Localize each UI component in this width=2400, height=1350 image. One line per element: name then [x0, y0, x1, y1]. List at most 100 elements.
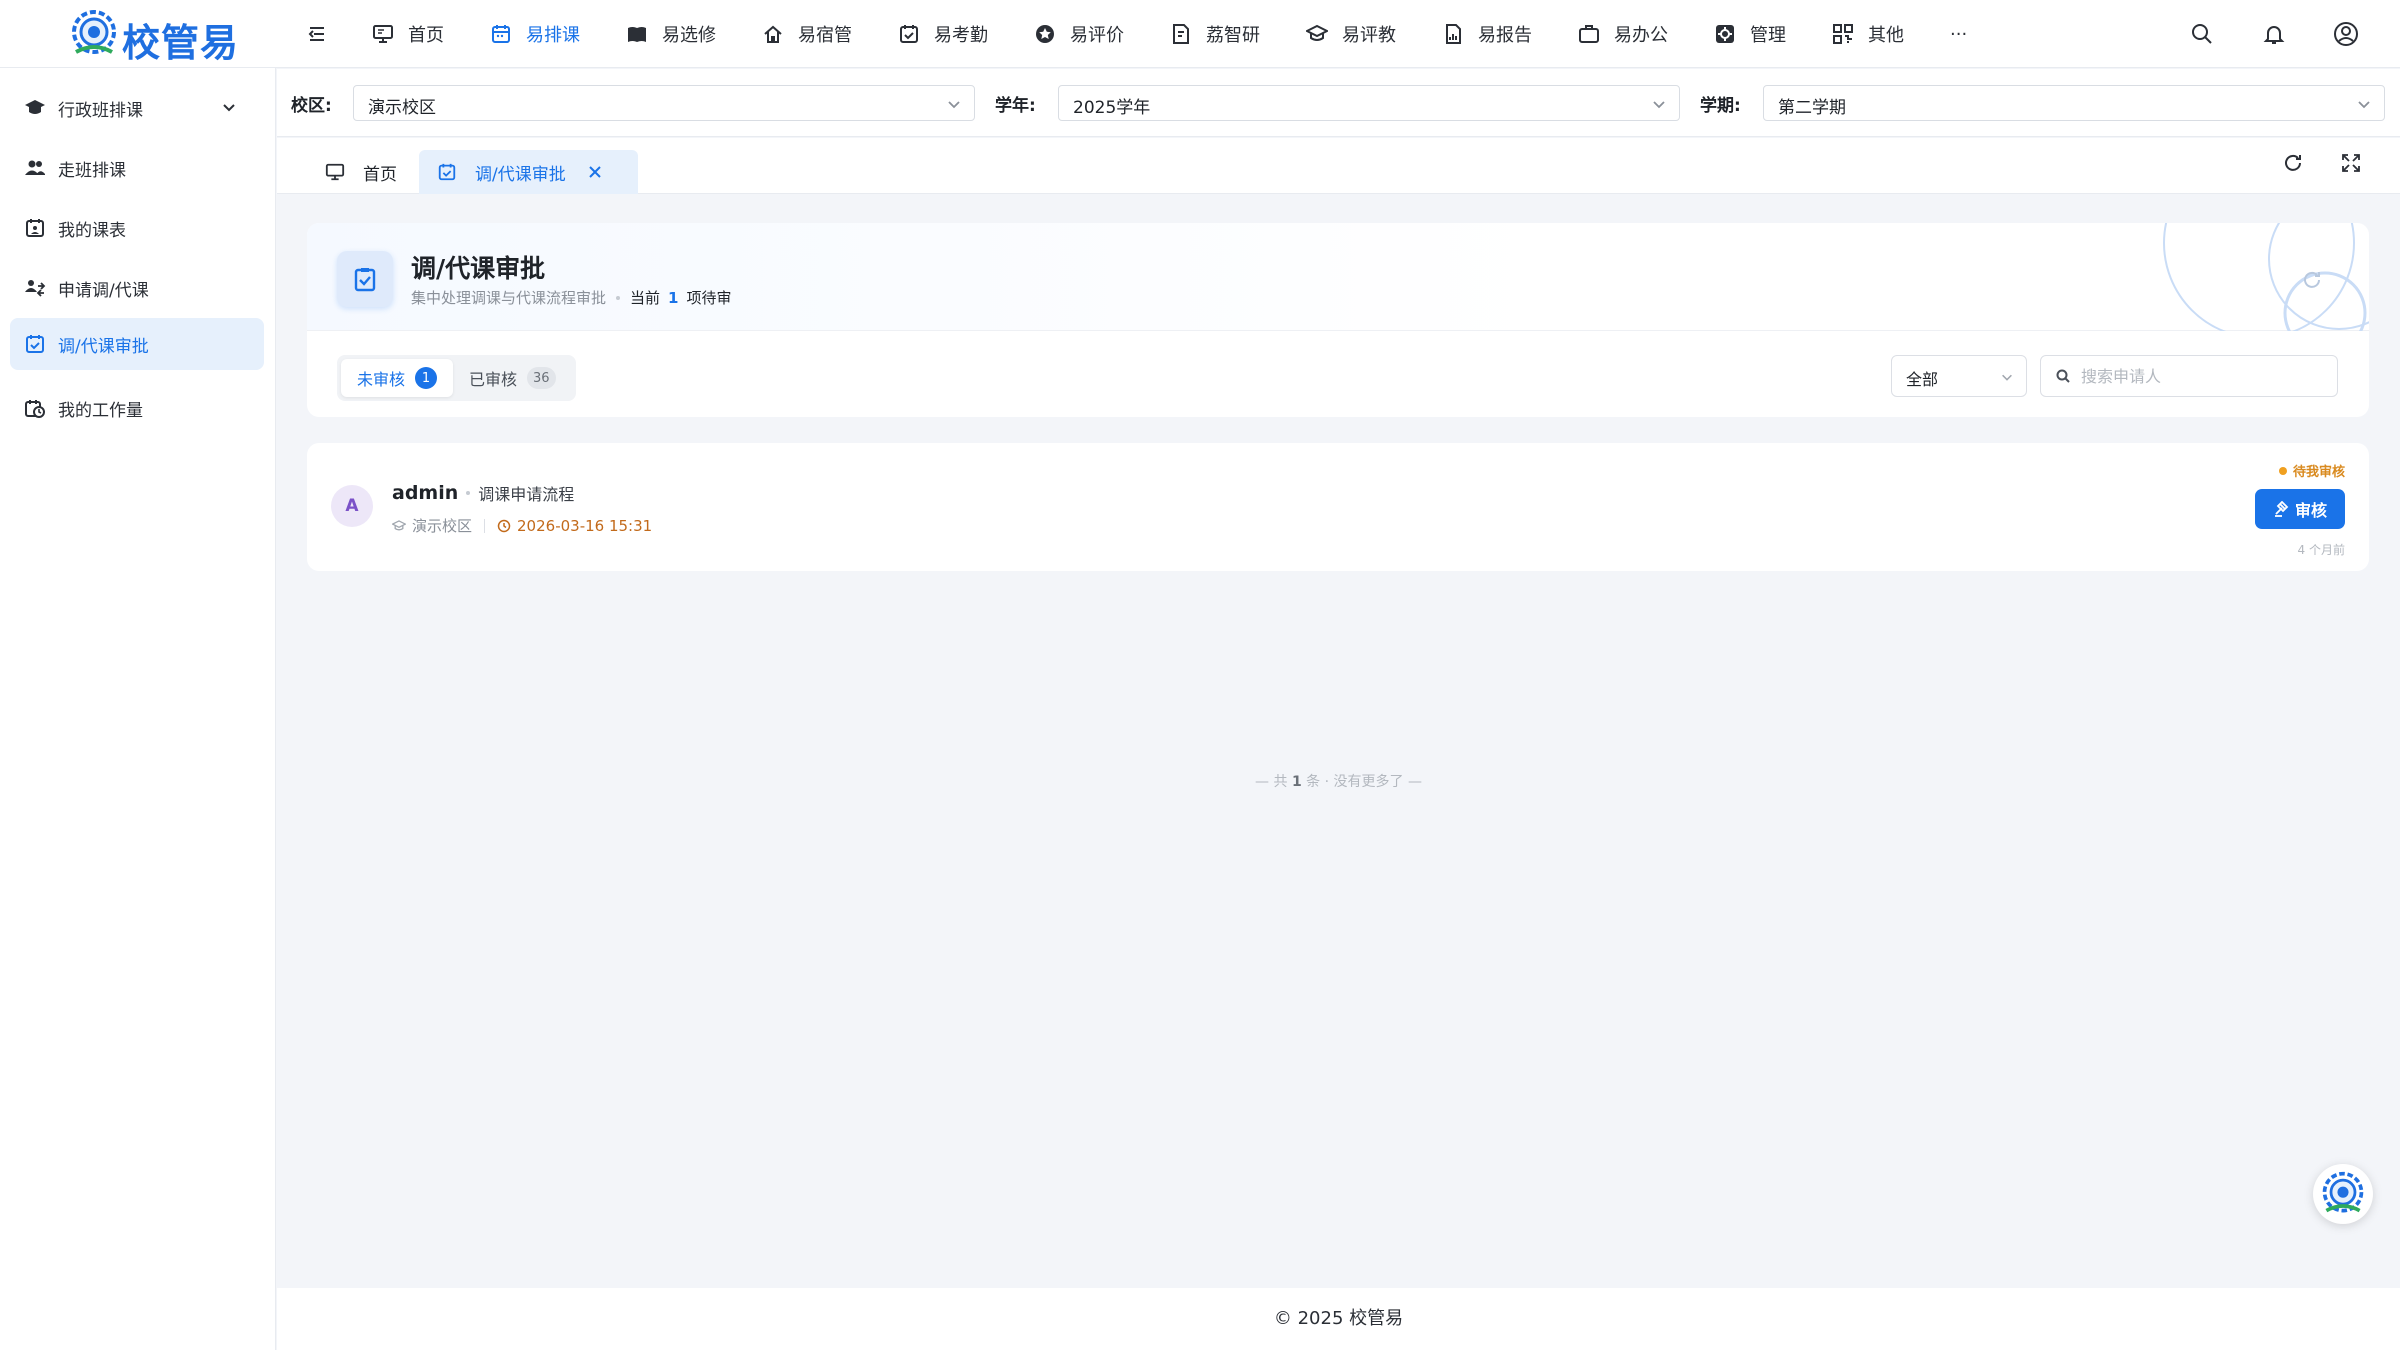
close-icon[interactable] — [588, 165, 602, 179]
sidebar-item-label: 我的课表 — [58, 220, 126, 241]
users-icon — [25, 160, 45, 175]
fullscreen-icon[interactable] — [2340, 152, 2364, 176]
user-icon[interactable] — [2332, 20, 2360, 48]
sidebar-item-label: 走班排课 — [58, 160, 126, 181]
topnav-item-home[interactable]: 首页 — [372, 0, 444, 68]
document-icon — [1173, 24, 1189, 44]
topnav-label: 易办公 — [1614, 25, 1668, 46]
year-select[interactable]: 2025学年 — [1058, 85, 1680, 121]
applicant-search-input[interactable] — [2081, 366, 2321, 386]
sidebar-item-my-schedule[interactable]: 我的课表 — [10, 202, 264, 254]
sidebar-item-label: 我的工作量 — [58, 400, 143, 421]
topnav-label: 易选修 — [662, 25, 716, 46]
topnav-item-research[interactable]: 荔智研 — [1170, 0, 1260, 68]
tab-unreviewed[interactable]: 未审核 1 — [341, 359, 454, 397]
status-dot — [2278, 466, 2287, 475]
chevron-down-icon — [223, 104, 235, 112]
topnav-label: 易考勤 — [934, 25, 988, 46]
review-button[interactable]: 审核 — [2255, 489, 2345, 529]
tab-substitute-approval[interactable]: 调/代课审批 — [419, 150, 638, 194]
tab-home[interactable]: 首页 — [307, 150, 415, 194]
sidebar-item-apply-substitute[interactable]: 申请调/代课 — [10, 262, 264, 314]
tabs-bar: 首页 调/代课审批 — [277, 138, 2400, 194]
topnav-item-admin[interactable]: 管理 — [1714, 0, 1786, 68]
topnav-item-office[interactable]: 易办公 — [1578, 0, 1668, 68]
bell-icon[interactable] — [2260, 20, 2288, 48]
calendar-check-icon — [26, 335, 44, 353]
app-logo[interactable]: 校管易 — [68, 4, 240, 66]
campus-select-value: 演示校区 — [368, 98, 436, 118]
header-card: 调/代课审批 集中处理调课与代课流程审批 当前 1 项待审 未审核 1 已审核 … — [307, 223, 2369, 417]
status-text: 待我审核 — [2292, 465, 2345, 480]
topnav-label: 易评价 — [1070, 25, 1124, 46]
more-icon[interactable]: ··· — [1950, 0, 1967, 68]
workload-icon — [25, 400, 45, 418]
main-content: 调/代课审批 集中处理调课与代课流程审批 当前 1 项待审 未审核 1 已审核 … — [277, 195, 2400, 1288]
sidebar-item-substitute-approval[interactable]: 调/代课审批 — [10, 318, 264, 370]
sidebar: 行政班排课 走班排课 我的课表 申请调/代课 调/代课审批 我的工作量 — [0, 68, 276, 1350]
top-right-actions — [2144, 20, 2360, 48]
clipboard-check-icon — [337, 251, 393, 307]
topnav-label: 管理 — [1750, 25, 1786, 46]
refresh-icon[interactable] — [2282, 152, 2306, 176]
sidebar-item-admin-class-scheduling[interactable]: 行政班排课 — [10, 82, 264, 134]
tab-reviewed[interactable]: 已审核 36 — [453, 359, 572, 397]
sidebar-item-label: 行政班排课 — [58, 100, 143, 121]
top-nav: 首页 易排课 易选修 易宿管 易考勤 易评价 荔智研 易评教 易报告 易办公 管… — [372, 0, 2013, 68]
campus-select[interactable]: 演示校区 — [353, 85, 975, 121]
topnav-item-dorm[interactable]: 易宿管 — [762, 0, 852, 68]
topnav-more-label: ··· — [1950, 23, 1968, 45]
apps-icon — [1833, 24, 1853, 44]
record-time-value: 2026-03-16 15:31 — [517, 516, 653, 535]
topnav-item-teaching-eval[interactable]: 易评教 — [1306, 0, 1396, 68]
search-icon — [2056, 369, 2070, 383]
header-refresh-icon[interactable] — [2301, 269, 2323, 291]
pending-count: 1 — [668, 288, 679, 307]
topnav-label: 易宿管 — [798, 25, 852, 46]
topnav-item-evaluation[interactable]: 易评价 — [1034, 0, 1124, 68]
review-status-tabs: 未审核 1 已审核 36 — [337, 355, 576, 401]
topnav-label: 易报告 — [1478, 25, 1532, 46]
record-campus: 演示校区 — [412, 517, 473, 535]
flow-name: 调课申请流程 — [478, 485, 575, 504]
calendar-check-icon — [438, 163, 456, 181]
separator-dot — [616, 295, 621, 300]
search-icon[interactable] — [2188, 20, 2216, 48]
topnav-label: 易评教 — [1342, 25, 1396, 46]
list-item[interactable]: A admin 调课申请流程 演示校区 2026-03-16 15:31 待我审… — [307, 443, 2369, 571]
list-end-suffix: 条 · 没有更多了 — — [1306, 774, 1422, 790]
term-select[interactable]: 第二学期 — [1763, 85, 2385, 121]
topnav-item-scheduling[interactable]: 易排课 — [490, 0, 580, 68]
topnav-item-other[interactable]: 其他 — [1832, 0, 1904, 68]
gavel-icon — [2274, 501, 2289, 517]
topnav-label: 其他 — [1868, 25, 1904, 46]
topnav-item-attendance[interactable]: 易考勤 — [898, 0, 988, 68]
sidebar-item-walking-class[interactable]: 走班排课 — [10, 142, 264, 194]
record-title: admin 调课申请流程 — [392, 481, 574, 505]
type-filter-select[interactable]: 全部 — [1891, 355, 2027, 397]
floating-assistant-button[interactable] — [2313, 1164, 2373, 1224]
menu-collapse-icon[interactable] — [306, 22, 330, 46]
record-time: 2026-03-16 15:31 — [497, 517, 652, 535]
page-title: 调/代课审批 — [411, 254, 546, 283]
topnav-item-electives[interactable]: 易选修 — [626, 0, 716, 68]
monitor-icon — [325, 163, 345, 181]
list-end-count: 1 — [1291, 774, 1302, 790]
tab-unreviewed-label: 未审核 — [357, 370, 406, 389]
settings-icon — [1716, 25, 1734, 43]
tab-reviewed-label: 已审核 — [469, 370, 518, 389]
logo-text: 校管易 — [122, 21, 240, 65]
star-icon — [1036, 25, 1054, 43]
decorative-circles — [2163, 223, 2369, 331]
applicant-name: admin — [392, 482, 459, 504]
sidebar-item-my-workload[interactable]: 我的工作量 — [10, 382, 264, 434]
year-select-value: 2025学年 — [1073, 98, 1151, 118]
tab-label: 调/代课审批 — [475, 164, 566, 185]
topnav-item-reports[interactable]: 易报告 — [1442, 0, 1532, 68]
type-filter-value: 全部 — [1906, 370, 1939, 389]
unreviewed-count-badge: 1 — [415, 367, 438, 389]
logo-gear-icon — [2322, 1171, 2364, 1213]
chevron-down-icon — [948, 101, 960, 109]
list-end-indicator: — 共 1 条 · 没有更多了 — — [277, 771, 2400, 791]
chevron-down-icon — [1653, 101, 1665, 109]
